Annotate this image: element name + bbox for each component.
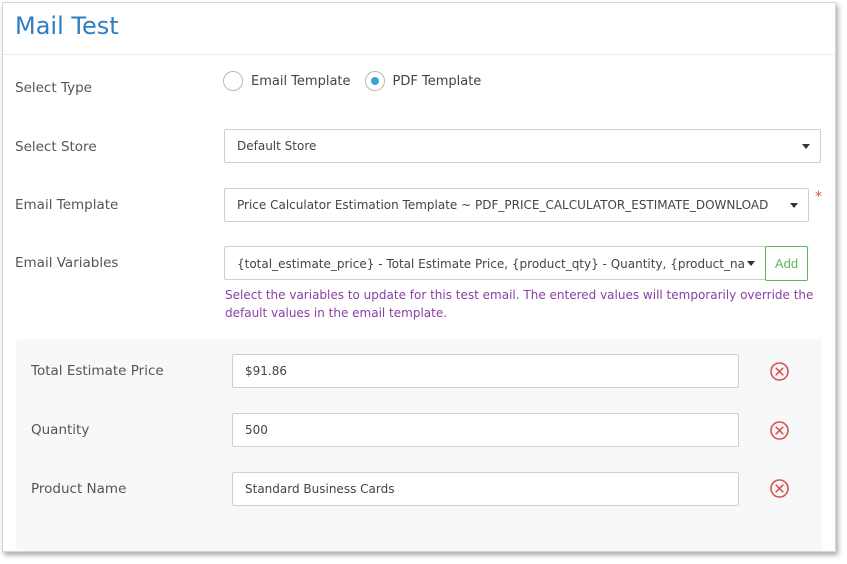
email-variables-dropdown[interactable]: {total_estimate_price} - Total Estimate … xyxy=(224,246,766,280)
email-variables-label: Email Variables xyxy=(15,255,119,271)
radio-option-email-template[interactable]: Email Template xyxy=(223,71,351,91)
radio-label-email-template: Email Template xyxy=(251,73,351,89)
required-marker: * xyxy=(815,189,822,205)
remove-circle-icon[interactable] xyxy=(769,361,790,382)
email-variables-value: {total_estimate_price} - Total Estimate … xyxy=(237,257,745,271)
variable-label-product-name: Product Name xyxy=(31,481,127,497)
variables-hint-text: Select the variables to update for this … xyxy=(225,288,814,320)
select-type-label: Select Type xyxy=(15,80,92,96)
radio-email-template[interactable] xyxy=(223,71,243,91)
radio-option-pdf-template[interactable]: PDF Template xyxy=(364,71,482,91)
select-store-label: Select Store xyxy=(15,139,97,155)
remove-circle-icon[interactable] xyxy=(769,478,790,499)
variable-label-total-estimate-price: Total Estimate Price xyxy=(31,363,164,379)
variable-input-quantity[interactable] xyxy=(232,413,739,447)
select-store-dropdown[interactable]: Default Store xyxy=(224,129,821,163)
variable-input-product-name[interactable] xyxy=(232,472,739,506)
variables-section: Total Estimate Price Quantity Product Na… xyxy=(16,339,822,551)
remove-circle-icon[interactable] xyxy=(769,420,790,441)
email-template-value: Price Calculator Estimation Template ~ P… xyxy=(237,198,769,212)
caret-down-icon xyxy=(790,203,798,208)
select-type-radio-group: Email Template PDF Template xyxy=(223,70,495,92)
email-template-dropdown[interactable]: Price Calculator Estimation Template ~ P… xyxy=(224,188,809,222)
variable-label-quantity: Quantity xyxy=(31,422,90,438)
variable-input-total-estimate-price[interactable] xyxy=(232,354,739,388)
email-template-label: Email Template xyxy=(15,197,119,213)
page-title: Mail Test xyxy=(15,12,119,40)
caret-down-icon xyxy=(802,144,810,149)
add-variable-button[interactable]: Add xyxy=(765,246,808,281)
caret-down-icon xyxy=(747,261,755,266)
radio-label-pdf-template: PDF Template xyxy=(392,73,482,89)
radio-pdf-template[interactable] xyxy=(364,71,385,91)
select-store-value: Default Store xyxy=(237,139,317,153)
panel-header: Mail Test xyxy=(3,3,835,55)
mail-test-panel: Mail Test Select Type Email Template PDF… xyxy=(2,2,836,552)
